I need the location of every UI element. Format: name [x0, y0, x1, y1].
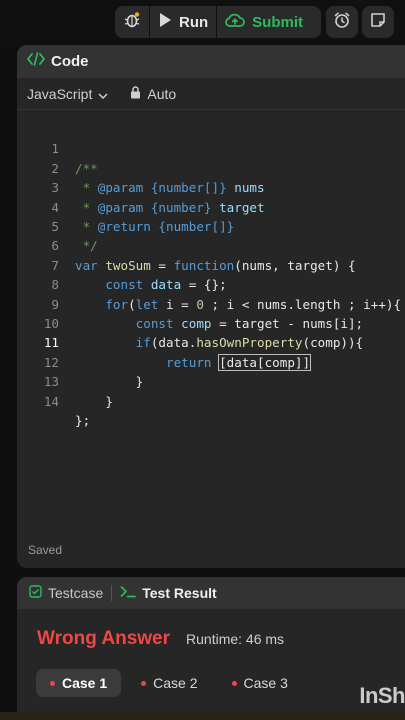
code-line: 3 * @param {number} target [17, 159, 405, 214]
code-line: 4 * @return {number[]} [17, 178, 405, 234]
case-tab-1[interactable]: Case 1 [36, 669, 122, 697]
code-line: 2 * @param {number[]} nums [17, 139, 405, 195]
note-icon [370, 12, 386, 33]
code-line: 13 } [17, 353, 405, 408]
auto-mode-label: Auto [147, 85, 177, 102]
case-tabs: Case 1 Case 2 Case 3 [36, 669, 308, 697]
code-panel-header: Code [17, 45, 405, 78]
language-selector[interactable]: JavaScript [27, 86, 108, 102]
failed-dot-icon [50, 680, 55, 686]
code-line: 6 var twoSum = function(nums, target) { [17, 217, 405, 272]
lock-icon [130, 85, 141, 102]
code-line: 10 if(data.hasOwnProperty(comp)){ [17, 295, 405, 350]
verdict-text: Wrong Answer [37, 628, 171, 649]
tab-testcase-label: Testcase [48, 585, 104, 601]
test-result-panel: Testcase Test Result Wrong Answer Runtim… [17, 577, 405, 720]
editor-toolbar: JavaScript Auto [17, 78, 405, 110]
bug-icon [123, 11, 141, 34]
code-line: 5 */ [17, 198, 405, 253]
top-toolbar: Run Submit [0, 0, 405, 44]
tab-test-result-label: Test Result [142, 585, 217, 601]
result-tabs: Testcase Test Result [17, 577, 405, 609]
alarm-clock-icon [333, 11, 351, 34]
result-summary: Wrong Answer Runtime: 46 ms [37, 628, 284, 650]
checkbox-icon [29, 585, 42, 601]
tab-test-result[interactable]: Test Result [120, 585, 217, 601]
submit-button[interactable]: Submit [217, 6, 311, 38]
code-line: 7 const data = {}; [17, 236, 405, 292]
code-line: 8 for(let i = 0 ; i < nums.length ; i++)… [17, 256, 405, 311]
case-label: Case 2 [153, 675, 198, 691]
tab-testcase[interactable]: Testcase [29, 585, 103, 601]
terminal-icon [120, 585, 137, 601]
line-number: 14 [43, 393, 59, 409]
watermark-logo: InSh [359, 683, 405, 708]
submit-label: Submit [252, 13, 304, 31]
chevron-down-icon [98, 86, 108, 102]
failed-dot-icon [231, 680, 237, 686]
run-label: Run [179, 13, 209, 31]
code-editor[interactable]: 1 /** 2 * @param {number[]} nums 3 * @pa… [17, 120, 405, 520]
case-label: Case 1 [62, 675, 108, 691]
code-text: }; [75, 413, 91, 428]
code-brackets-icon [27, 52, 45, 71]
auto-mode-toggle[interactable]: Auto [130, 86, 176, 102]
run-button[interactable]: Run [150, 6, 216, 38]
case-label: Case 3 [243, 675, 288, 691]
code-line: 1 /** [17, 120, 405, 175]
cloud-upload-icon [225, 12, 246, 33]
failed-dot-icon [141, 680, 147, 686]
code-line-active: 11 return [data[comp]] [17, 314, 405, 371]
code-line: 9 const comp = target - nums[i]; [17, 275, 405, 331]
code-line: 12 } [17, 333, 405, 389]
save-status: Saved [28, 543, 63, 557]
runtime-text: Runtime: 46 ms [186, 631, 285, 647]
run-submit-group: Run Submit [115, 6, 321, 38]
case-tab-3[interactable]: Case 3 [218, 669, 302, 697]
debug-button[interactable] [115, 6, 149, 38]
notes-button[interactable] [362, 6, 394, 38]
case-tab-2[interactable]: Case 2 [127, 669, 211, 697]
tab-divider [111, 585, 113, 601]
play-icon [158, 12, 172, 33]
language-label: JavaScript [27, 85, 93, 102]
code-line: 14 }; [17, 372, 405, 428]
timer-button[interactable] [326, 6, 358, 38]
bottom-edge [0, 712, 405, 720]
code-text: } [75, 393, 113, 409]
code-panel: Code JavaScript Auto 1 /** 2 * @param {n… [17, 45, 405, 568]
code-panel-title: Code [51, 53, 89, 70]
